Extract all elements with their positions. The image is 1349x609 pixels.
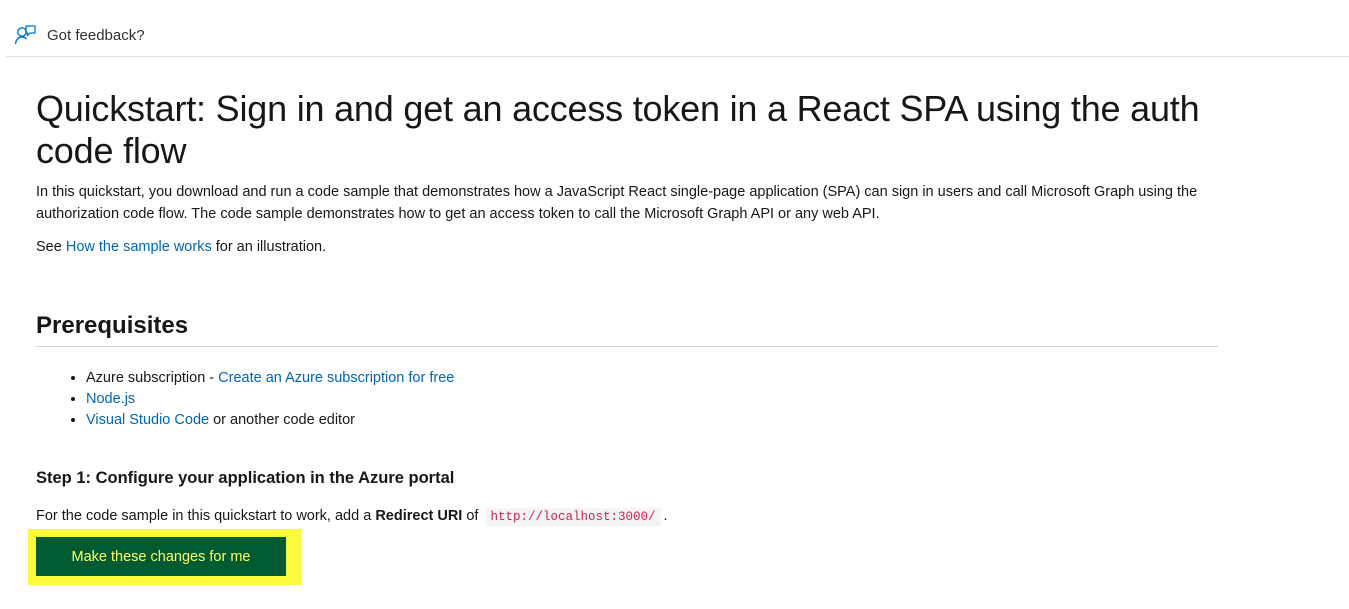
top-bar: Got feedback? [6, 14, 1349, 57]
intro-paragraph: In this quickstart, you download and run… [36, 184, 1198, 222]
step1-paragraph: For the code sample in this quickstart t… [36, 506, 1218, 528]
make-changes-button[interactable]: Make these changes for me [36, 537, 286, 576]
prereq-suffix: or another code editor [209, 412, 355, 428]
list-item: Node.js [86, 389, 1218, 410]
page-title: Quickstart: Sign in and get an access to… [36, 88, 1200, 171]
how-sample-works-link[interactable]: How the sample works [66, 239, 212, 255]
prerequisites-heading: Prerequisites [36, 311, 1218, 347]
see-suffix: for an illustration. [211, 239, 327, 255]
step1-text-suffix: . [663, 508, 668, 524]
feedback-label: Got feedback? [47, 26, 145, 44]
prerequisites-list: Azure subscription - Create an Azure sub… [36, 368, 1218, 431]
step1-text-prefix: For the code sample in this quickstart t… [36, 508, 376, 524]
vscode-link[interactable]: Visual Studio Code [86, 412, 209, 428]
see-prefix: See [36, 239, 66, 255]
person-feedback-icon [14, 25, 36, 45]
redirect-uri-label: Redirect URI [375, 508, 463, 524]
azure-subscription-link[interactable]: Create an Azure subscription for free [218, 370, 454, 386]
list-item: Visual Studio Code or another code edito… [86, 410, 1218, 431]
redirect-uri-code: http://localhost:3000/ [485, 508, 661, 526]
step1-text-middle: of [462, 508, 483, 524]
nodejs-link[interactable]: Node.js [86, 391, 135, 407]
article-content: Quickstart: Sign in and get an access to… [36, 88, 1218, 528]
see-paragraph: See How the sample works for an illustra… [36, 237, 1218, 258]
feedback-link[interactable]: Got feedback? [14, 24, 145, 46]
step1-heading: Step 1: Configure your application in th… [36, 469, 455, 487]
list-item: Azure subscription - Create an Azure sub… [86, 368, 1218, 389]
prereq-prefix: Azure subscription - [86, 370, 219, 386]
